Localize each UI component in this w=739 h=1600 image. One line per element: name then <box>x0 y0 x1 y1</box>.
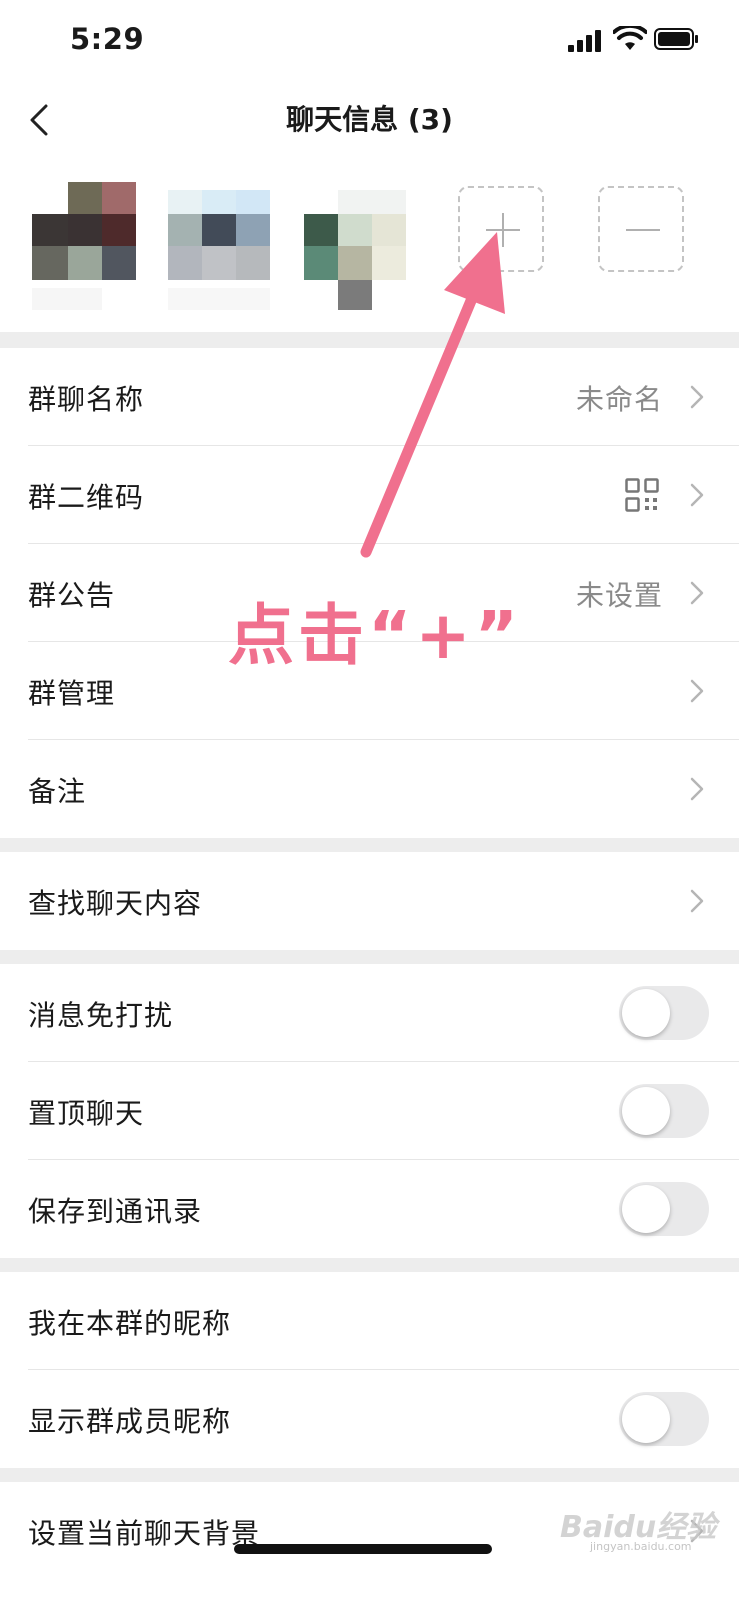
wifi-icon <box>613 26 647 50</box>
save-to-contacts-row: 保存到通讯录 <box>0 1160 739 1258</box>
chevron-right-icon <box>690 483 704 507</box>
pin-chat-row: 置顶聊天 <box>0 1062 739 1160</box>
nav-bar: 聊天信息 (3) <box>0 80 739 162</box>
member-avatar[interactable] <box>32 182 136 314</box>
cellular-signal-icon <box>568 30 601 52</box>
section-separator <box>0 950 739 964</box>
group-remark-row[interactable]: 备注 <box>0 740 739 838</box>
row-label: 备注 <box>28 775 87 808</box>
mute-notifications-row: 消息免打扰 <box>0 964 739 1062</box>
section-separator <box>0 1468 739 1482</box>
search-chat-history-row[interactable]: 查找聊天内容 <box>0 852 739 950</box>
row-label: 置顶聊天 <box>28 1097 145 1130</box>
row-label: 查找聊天内容 <box>28 887 203 920</box>
row-value: 未命名 <box>575 383 663 416</box>
page-title: 聊天信息 (3) <box>286 103 453 136</box>
watermark-url: jingyan.baidu.com <box>590 1540 692 1553</box>
mute-toggle[interactable] <box>619 986 709 1040</box>
toggle-knob <box>622 1185 670 1233</box>
row-label: 群聊名称 <box>28 383 145 416</box>
chevron-right-icon <box>690 679 704 703</box>
add-member-button[interactable] <box>458 186 544 272</box>
row-label: 我在本群的昵称 <box>28 1307 232 1340</box>
save-contacts-toggle[interactable] <box>619 1182 709 1236</box>
row-label: 群管理 <box>28 677 116 710</box>
my-group-nickname-row[interactable]: 我在本群的昵称 <box>0 1272 739 1370</box>
section-separator <box>0 1258 739 1272</box>
battery-icon <box>654 28 698 50</box>
section-separator <box>0 332 739 348</box>
show-nicknames-toggle[interactable] <box>619 1392 709 1446</box>
toggle-knob <box>622 1087 670 1135</box>
row-label: 显示群成员昵称 <box>28 1405 232 1438</box>
toggle-knob <box>622 989 670 1037</box>
toggle-knob <box>622 1395 670 1443</box>
row-label: 消息免打扰 <box>28 999 174 1032</box>
section-separator <box>0 838 739 852</box>
group-name-row[interactable]: 群聊名称 未命名 <box>0 348 739 446</box>
chevron-right-icon <box>690 777 704 801</box>
chevron-right-icon <box>690 385 704 409</box>
status-time: 5:29 <box>70 22 145 56</box>
row-label: 保存到通讯录 <box>28 1195 203 1228</box>
home-indicator[interactable] <box>234 1544 492 1554</box>
status-bar: 5:29 <box>0 0 739 80</box>
row-label: 群公告 <box>28 579 116 612</box>
annotation-text: 点击“+” <box>228 597 523 674</box>
group-qrcode-row[interactable]: 群二维码 <box>0 446 739 544</box>
chevron-right-icon <box>690 581 704 605</box>
member-avatar[interactable] <box>168 182 272 314</box>
row-label: 群二维码 <box>28 481 145 514</box>
qr-code-icon <box>625 478 659 512</box>
chevron-right-icon <box>690 889 704 913</box>
pin-toggle[interactable] <box>619 1084 709 1138</box>
row-value: 未设置 <box>575 579 663 612</box>
row-label: 设置当前聊天背景 <box>28 1517 261 1550</box>
member-avatar[interactable] <box>304 182 408 314</box>
remove-member-button[interactable] <box>598 186 684 272</box>
show-member-nicknames-row: 显示群成员昵称 <box>0 1370 739 1468</box>
member-grid <box>0 172 739 322</box>
